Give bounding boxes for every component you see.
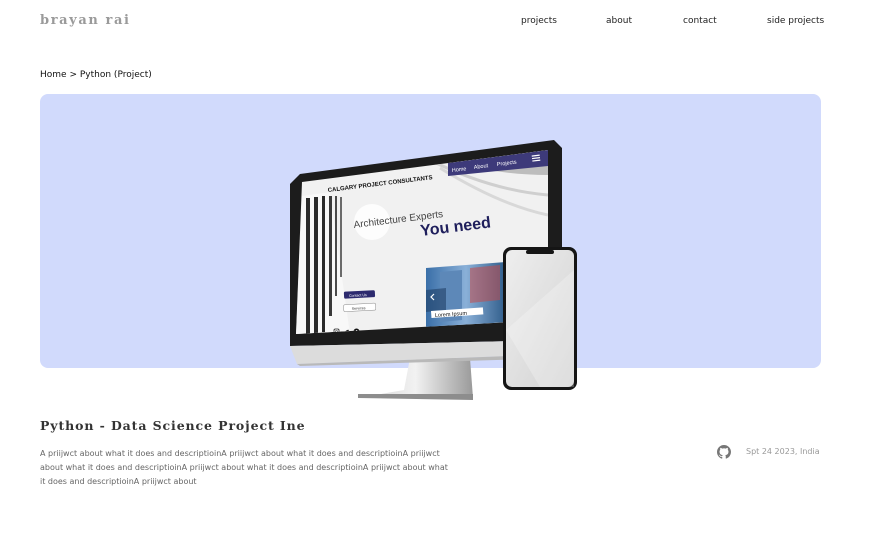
nav-side-projects[interactable]: side projects <box>767 16 824 26</box>
breadcrumb-home[interactable]: Home <box>40 70 67 80</box>
project-title: Python - Data Science Project Ine <box>40 418 306 433</box>
nav-contact[interactable]: contact <box>683 16 717 26</box>
project-description: A priijwct about what it does and descri… <box>40 449 448 486</box>
nav-projects[interactable]: projects <box>521 16 557 26</box>
site-logo[interactable]: brayan rai <box>40 13 131 28</box>
breadcrumb-current: Python (Project) <box>79 70 152 80</box>
project-date: Spt 24 2023, India <box>746 447 820 456</box>
github-icon[interactable] <box>717 445 731 459</box>
breadcrumb-separator: > <box>69 70 77 80</box>
breadcrumb: Home > Python (Project) <box>40 70 152 80</box>
hero-banner <box>40 94 821 368</box>
nav-about[interactable]: about <box>606 16 632 26</box>
